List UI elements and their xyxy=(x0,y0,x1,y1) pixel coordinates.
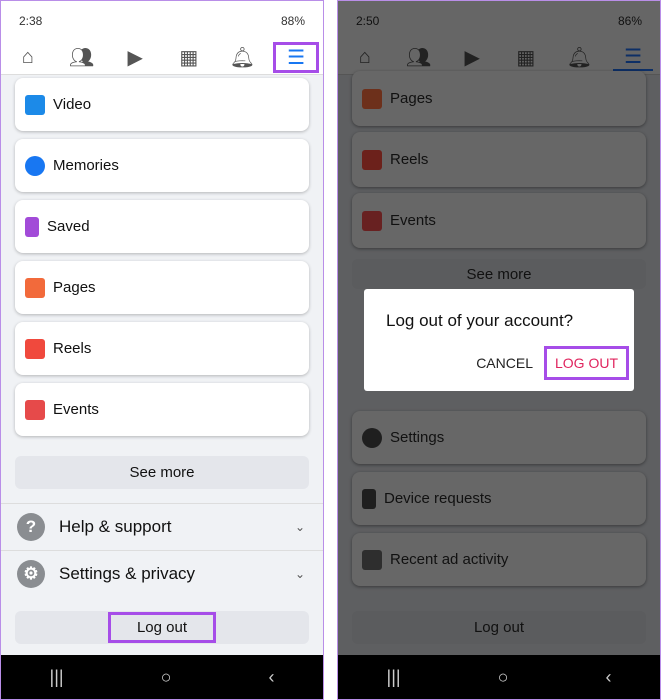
label: Memories xyxy=(53,157,119,174)
chevron-down-icon: ⌄ xyxy=(294,519,305,534)
left-screen: 2:38 88% ⌂ 👥︎ ▶ ▦ 🔔︎ ☰ Video Memories Saved Pa… xyxy=(0,0,324,700)
label: Reels xyxy=(53,340,92,357)
battery: 86% xyxy=(617,14,642,28)
label: Help & support xyxy=(59,516,172,536)
ad-icon xyxy=(362,549,382,570)
label: Settings xyxy=(390,429,445,446)
question-icon: ? xyxy=(17,512,45,541)
menu-item-memories[interactable]: Memories xyxy=(15,139,309,192)
dialog-title: Log out of your account? xyxy=(386,311,574,330)
menu-item-settings[interactable]: Settings xyxy=(352,411,646,464)
cancel-button[interactable]: CANCEL xyxy=(468,349,541,377)
calendar-icon xyxy=(362,210,382,231)
recents-icon[interactable]: ||| xyxy=(387,667,401,688)
home-button-icon[interactable]: ○ xyxy=(161,667,172,688)
video-icon[interactable]: ▶ xyxy=(115,45,155,70)
top-nav: ⌂ 👥︎ ▶ ▦ 🔔︎ ☰ xyxy=(1,41,323,75)
see-more-button[interactable]: See more xyxy=(15,456,309,489)
recents-icon[interactable]: ||| xyxy=(50,667,64,688)
calendar-icon xyxy=(25,399,45,420)
see-more-button[interactable]: See more xyxy=(352,259,646,289)
menu-item-events[interactable]: Events xyxy=(15,383,309,436)
bookmark-icon xyxy=(25,216,39,237)
marketplace-icon[interactable]: ▦ xyxy=(169,45,209,70)
label: Video xyxy=(53,96,92,113)
logout-button[interactable]: Log out xyxy=(352,611,646,644)
right-screen: 2:50 86% ⌂ 👥︎ ▶ ▦ 🔔︎ ☰ Pages Reels Events See … xyxy=(337,0,661,700)
menu-item-reels[interactable]: Reels xyxy=(15,322,309,375)
top-nav: ⌂ 👥︎ ▶ ▦ 🔔︎ ☰ xyxy=(338,41,660,75)
menu-item-pages[interactable]: Pages xyxy=(15,261,309,314)
menu-icon[interactable]: ☰ xyxy=(613,44,654,71)
reels-icon xyxy=(362,149,382,170)
label: Settings & privacy xyxy=(59,563,196,583)
friends-icon[interactable]: 👥︎ xyxy=(61,45,101,70)
bell-icon[interactable]: 🔔︎ xyxy=(559,45,599,70)
label: Saved xyxy=(47,218,90,235)
phone-icon xyxy=(362,488,376,509)
confirm-logout-button[interactable]: LOG OUT xyxy=(543,346,630,380)
logout-dialog: Log out of your account? CANCEL LOG OUT xyxy=(364,289,634,391)
flag-icon xyxy=(25,277,45,298)
settings-privacy-section[interactable]: ⚙ Settings & privacy ⌄ xyxy=(1,550,323,596)
gear-icon: ⚙ xyxy=(17,559,45,588)
flag-icon xyxy=(362,88,382,109)
system-nav-bar: ||| ○ ‹ xyxy=(1,655,323,699)
marketplace-icon[interactable]: ▦ xyxy=(506,45,546,70)
home-icon[interactable]: ⌂ xyxy=(8,46,48,69)
label: Reels xyxy=(390,151,429,168)
reels-icon xyxy=(25,338,45,359)
clock: 2:50 xyxy=(356,14,380,28)
label: Events xyxy=(53,401,99,418)
logout-button-row[interactable]: Log out xyxy=(15,611,309,644)
label: Pages xyxy=(390,90,433,107)
chevron-down-icon: ⌄ xyxy=(294,566,305,581)
clock: 2:38 xyxy=(19,14,43,28)
menu-item-saved[interactable]: Saved xyxy=(15,200,309,253)
menu-item-pages[interactable]: Pages xyxy=(352,71,646,126)
logout-button[interactable]: Log out xyxy=(107,612,217,643)
label: Recent ad activity xyxy=(390,551,509,568)
help-support-section[interactable]: ? Help & support ⌄ xyxy=(1,503,323,549)
back-icon[interactable]: ‹ xyxy=(268,667,274,688)
label: Device requests xyxy=(384,490,492,507)
video-icon[interactable]: ▶ xyxy=(452,45,492,70)
menu-item-recent-ad-activity[interactable]: Recent ad activity xyxy=(352,533,646,586)
label: Events xyxy=(390,212,436,229)
friends-icon[interactable]: 👥︎ xyxy=(398,45,438,70)
video-icon xyxy=(25,94,45,115)
person-icon xyxy=(362,427,382,448)
menu-item-device-requests[interactable]: Device requests xyxy=(352,472,646,525)
memories-icon xyxy=(25,155,45,176)
menu-item-reels[interactable]: Reels xyxy=(352,132,646,187)
system-nav-bar: ||| ○ ‹ xyxy=(338,655,660,699)
menu-icon[interactable]: ☰ xyxy=(273,42,320,73)
status-bar: 2:50 86% xyxy=(338,1,660,41)
label: Pages xyxy=(53,279,96,296)
menu-item-video[interactable]: Video xyxy=(15,78,309,131)
menu-item-events[interactable]: Events xyxy=(352,193,646,248)
battery: 88% xyxy=(280,14,305,28)
bell-icon[interactable]: 🔔︎ xyxy=(222,45,262,70)
back-icon[interactable]: ‹ xyxy=(605,667,611,688)
home-button-icon[interactable]: ○ xyxy=(498,667,509,688)
home-icon[interactable]: ⌂ xyxy=(345,46,385,69)
status-bar: 2:38 88% xyxy=(1,1,323,41)
